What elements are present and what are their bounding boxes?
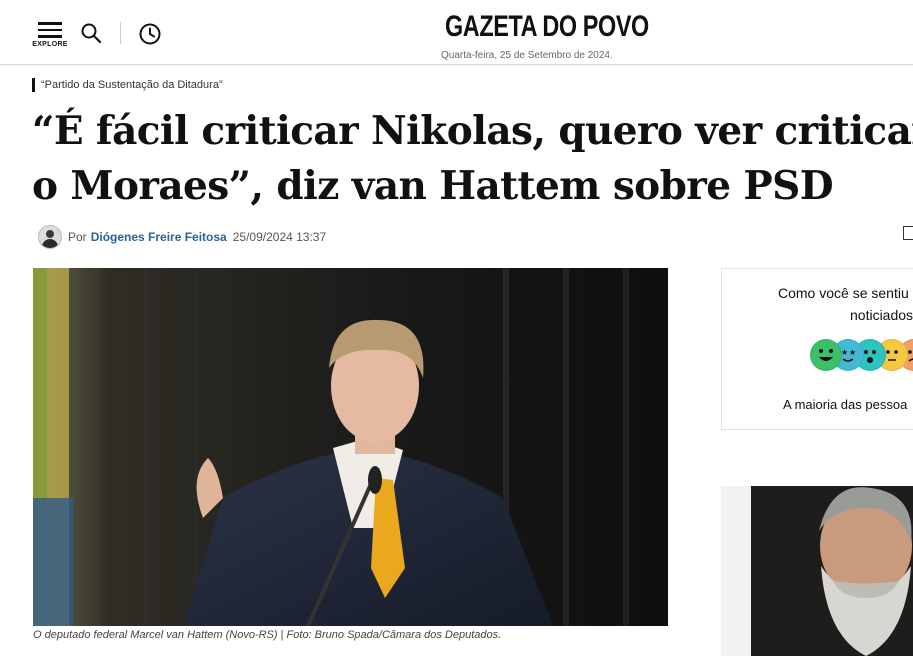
- author-avatar: [38, 225, 62, 249]
- photo-illustration: [33, 268, 668, 626]
- search-button[interactable]: [80, 22, 102, 44]
- sidebar-ad[interactable]: [721, 486, 913, 656]
- article-photo: [33, 268, 668, 626]
- article-kicker: “Partido da Sustentação da Ditadura”: [32, 78, 223, 92]
- happy-face-icon[interactable]: [810, 339, 842, 371]
- reaction-summary: A maioria das pessoa: [783, 397, 908, 412]
- ad-image: [721, 486, 913, 656]
- headline-line-1: “É fácil criticar Nikolas, quero ver cri…: [32, 108, 913, 154]
- reaction-emoji-group: ★ ★: [810, 339, 913, 371]
- latest-news-button[interactable]: [138, 22, 162, 46]
- svg-text:★: ★: [841, 348, 848, 357]
- headline-line-2: o Moraes”, diz van Hattem sobre PSD: [32, 163, 834, 209]
- explore-label: EXPLORE: [32, 40, 68, 48]
- photo-credit: Foto: Bruno Spada/Câmara dos Deputados.: [286, 629, 502, 641]
- article-headline: “É fácil criticar Nikolas, quero ver cri…: [32, 104, 913, 214]
- clock-icon: [139, 23, 161, 45]
- reaction-widget: Como você se sentiu noticiados ★ ★ A maio…: [721, 268, 913, 430]
- site-logo[interactable]: GAZETA DO POVO: [445, 10, 649, 44]
- current-date: Quarta-feira, 25 de Setembro de 2024.: [441, 50, 613, 61]
- reaction-question-line-1: Como você se sentiu: [778, 285, 909, 301]
- search-icon: [81, 23, 102, 44]
- publish-datetime: 25/09/2024 13:37: [232, 230, 327, 244]
- hamburger-icon: [30, 22, 70, 38]
- explore-menu-button[interactable]: EXPLORE: [30, 22, 70, 48]
- header-divider: [120, 22, 121, 44]
- site-header: EXPLORE GAZETA DO POVO Quarta-feira, 25 …: [0, 0, 913, 65]
- photo-caption: O deputado federal Marcel van Hattem (No…: [33, 629, 501, 641]
- svg-text:★: ★: [849, 348, 856, 357]
- caption-separator: |: [280, 629, 284, 641]
- article-byline: Por Diógenes Freire Feitosa 25/09/2024 1…: [38, 225, 327, 249]
- caption-text: O deputado federal Marcel van Hattem (No…: [33, 629, 278, 641]
- byline-prefix: Por: [68, 230, 87, 244]
- reaction-question-line-2: noticiados: [850, 307, 913, 323]
- share-icon[interactable]: [903, 226, 913, 240]
- author-link[interactable]: Diógenes Freire Feitosa: [91, 230, 227, 244]
